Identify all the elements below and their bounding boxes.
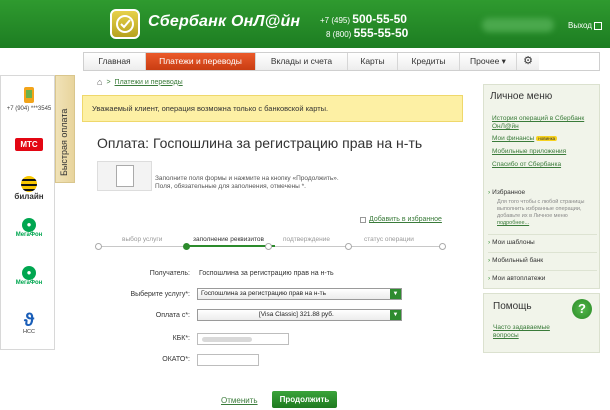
favorite-icon xyxy=(360,216,366,223)
finances-link[interactable]: Мои финансы новинка xyxy=(492,135,558,142)
question-icon[interactable]: ? xyxy=(572,299,592,319)
step-select-service: выбор услуги xyxy=(122,236,163,243)
quick-pay-panel: +7 (904) ***3545 МТС билайн ● МегаФон ● … xyxy=(0,75,55,350)
chevron-right-icon: › xyxy=(488,189,491,196)
payfrom-select[interactable]: [Visa Classic] 321.88 руб. ▼ xyxy=(197,309,402,321)
mobile-apps-link[interactable]: Мобильные приложения xyxy=(492,148,566,155)
favorites-note: Для того чтобы с любой страницы выполнит… xyxy=(497,199,585,226)
step-dot xyxy=(265,243,272,250)
beeline-logo-icon xyxy=(21,176,37,192)
chevron-down-icon: ▼ xyxy=(390,310,401,320)
nav-main[interactable]: Главная xyxy=(84,53,146,70)
nss-logo-icon: ϑ xyxy=(23,310,35,330)
step-dot xyxy=(183,243,190,250)
operator-nss[interactable]: ϑ НСС xyxy=(4,311,54,335)
operator-mts[interactable]: МТС xyxy=(4,138,54,151)
templates-section[interactable]: › Мои шаблоны xyxy=(488,234,597,246)
nav-other[interactable]: Прочее ▾ xyxy=(460,53,517,70)
autopay-section[interactable]: › Мои автоплатежи xyxy=(488,270,597,282)
nav-credits[interactable]: Кредиты xyxy=(398,53,460,70)
form-hint: Заполните поля формы и нажмите на кнопку… xyxy=(155,175,339,190)
phone-icon xyxy=(24,87,34,103)
phone-2: 8 (800) 555-55-50 xyxy=(326,26,409,40)
continue-button[interactable]: Продолжить xyxy=(272,391,337,408)
step-confirm: подтверждение xyxy=(283,236,330,243)
personal-menu: Личное меню История операций в Сбербанк … xyxy=(483,84,600,289)
main-nav: Главная Платежи и переводы Вклады и счет… xyxy=(83,52,600,71)
step-dot xyxy=(95,243,102,250)
exit-icon xyxy=(593,21,602,30)
service-select[interactable]: Госпошлина за регистрацию прав на н-ть ▼ xyxy=(197,288,402,300)
operator-beeline-phone[interactable]: +7 (904) ***3545 xyxy=(4,86,54,112)
chevron-right-icon: › xyxy=(488,275,491,282)
favorites-section[interactable]: › Избранное xyxy=(488,185,597,196)
service-label: Выберите услугу*: xyxy=(130,291,190,298)
nav-payments[interactable]: Платежи и переводы xyxy=(146,53,256,70)
okato-input[interactable] xyxy=(197,354,259,366)
breadcrumb-payments-link[interactable]: Платежи и переводы xyxy=(115,79,183,86)
operator-megafon-1[interactable]: ● МегаФон xyxy=(4,218,54,238)
add-to-favorites-link[interactable]: Добавить в избранное xyxy=(360,216,442,223)
personal-menu-title: Личное меню xyxy=(490,91,553,102)
history-link[interactable]: История операций в Сбербанк ОнЛ@йн xyxy=(492,115,596,131)
megafon-logo-icon: ● xyxy=(22,266,36,280)
step-dot xyxy=(345,243,352,250)
alert-message: Уважаемый клиент, операция возможна толь… xyxy=(82,95,463,122)
page-title: Оплата: Госпошлина за регистрацию прав н… xyxy=(97,135,423,151)
step-status: статус операции xyxy=(364,236,414,243)
logo-text[interactable]: Сбербанк ОнЛ@йн xyxy=(148,13,300,31)
operator-megafon-2[interactable]: ● МегаФон xyxy=(4,266,54,286)
recipient-label: Получатель: xyxy=(149,270,190,277)
help-panel: Помощь ? Часто задаваемые вопросы xyxy=(483,293,600,353)
site-header: Сбербанк ОнЛ@йн +7 (495) 500-55-50 8 (80… xyxy=(0,0,610,48)
thanks-link[interactable]: Спасибо от Сбербанка xyxy=(492,161,561,168)
help-title: Помощь xyxy=(493,301,532,312)
phone-1: +7 (495) 500-55-50 xyxy=(320,12,407,26)
megafon-logo-icon: ● xyxy=(22,218,36,232)
new-badge: новинка xyxy=(536,135,558,141)
step-dot xyxy=(439,243,446,250)
payfrom-label: Оплата с*: xyxy=(155,312,190,319)
more-link[interactable]: подробнее... xyxy=(497,220,529,226)
operator-beeline[interactable]: билайн xyxy=(4,176,54,201)
mobile-bank-section[interactable]: › Мобильный банк xyxy=(488,252,597,264)
faq-link[interactable]: Часто задаваемые вопросы xyxy=(493,324,563,340)
sberbank-logo-icon[interactable] xyxy=(110,9,140,39)
chevron-right-icon: › xyxy=(488,257,491,264)
home-icon[interactable]: ⌂ xyxy=(97,77,102,87)
step-fill-details: заполнение реквизитов xyxy=(193,236,264,243)
gear-icon[interactable]: ⚙ xyxy=(517,53,539,70)
nav-deposits[interactable]: Вклады и счета xyxy=(256,53,348,70)
chevron-down-icon: ▼ xyxy=(390,289,401,299)
kbk-input[interactable] xyxy=(197,333,289,345)
document-icon xyxy=(97,161,152,191)
user-name-redacted xyxy=(482,18,554,32)
breadcrumb: ⌂ > Платежи и переводы xyxy=(97,77,183,87)
kbk-label: КБК*: xyxy=(172,335,190,342)
quick-pay-tab[interactable]: Быстрая оплата xyxy=(55,75,75,183)
chevron-right-icon: › xyxy=(488,239,491,246)
cancel-link[interactable]: Отменить xyxy=(221,396,258,405)
recipient-value: Госпошлина за регистрацию прав на н-ть xyxy=(199,270,334,277)
nav-cards[interactable]: Карты xyxy=(348,53,398,70)
exit-button[interactable]: Выход xyxy=(568,21,602,30)
okato-label: ОКАТО*: xyxy=(162,356,190,363)
